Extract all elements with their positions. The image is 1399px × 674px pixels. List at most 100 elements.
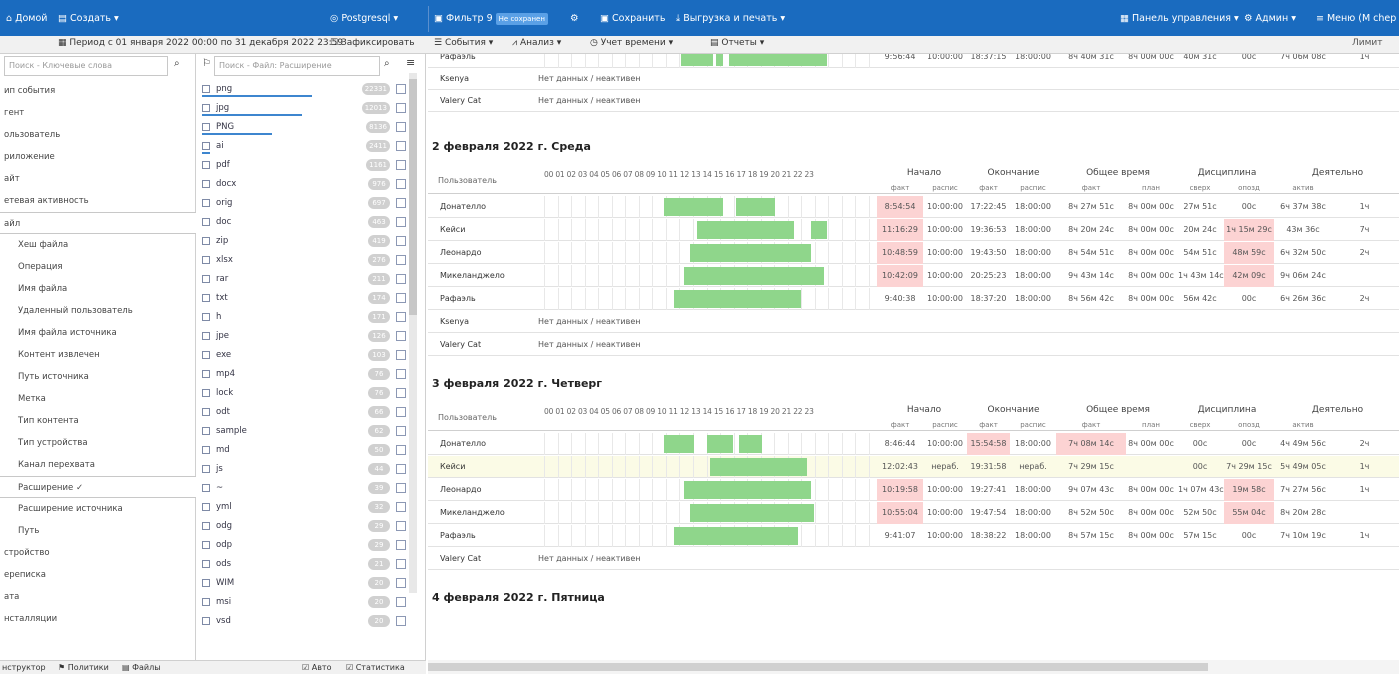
chart-icon[interactable] bbox=[396, 255, 406, 265]
fix-checkbox[interactable]: ☐ Зафиксировать bbox=[330, 38, 415, 48]
user-name[interactable]: Кейси bbox=[440, 462, 465, 471]
user-name[interactable]: Кейси bbox=[440, 225, 465, 234]
search-icon[interactable]: ⌕ bbox=[174, 58, 180, 69]
user-name[interactable]: Леонардо bbox=[440, 485, 481, 494]
chart-icon[interactable] bbox=[396, 274, 406, 284]
category-item[interactable]: нсталляции bbox=[0, 608, 196, 630]
category-item[interactable]: стройство bbox=[0, 542, 196, 564]
category-item[interactable]: Путь bbox=[0, 520, 196, 542]
category-item[interactable]: риложение bbox=[0, 146, 196, 168]
extension-item[interactable]: sample 62 bbox=[200, 423, 408, 439]
checkbox[interactable] bbox=[202, 256, 210, 264]
category-item[interactable]: Контент извлечен bbox=[0, 344, 196, 366]
extension-item[interactable]: xlsx 276 bbox=[200, 252, 408, 268]
checkbox[interactable] bbox=[202, 275, 210, 283]
category-item[interactable]: айл bbox=[0, 212, 196, 234]
extension-item[interactable]: msi 20 bbox=[200, 594, 408, 610]
category-item[interactable]: Метка bbox=[0, 388, 196, 410]
checkbox[interactable] bbox=[202, 408, 210, 416]
user-name[interactable]: Valery Cat bbox=[440, 96, 481, 105]
checkbox[interactable] bbox=[202, 332, 210, 340]
checkbox[interactable] bbox=[202, 465, 210, 473]
user-name[interactable]: Ksenya bbox=[440, 317, 469, 326]
extension-item[interactable]: docx 976 bbox=[200, 176, 408, 192]
chart-icon[interactable] bbox=[396, 84, 406, 94]
chart-icon[interactable] bbox=[396, 369, 406, 379]
checkbox[interactable] bbox=[202, 617, 210, 625]
chart-icon[interactable] bbox=[396, 350, 406, 360]
checkbox[interactable] bbox=[202, 123, 210, 131]
events-menu[interactable]: ☰ События ▾ bbox=[434, 38, 493, 48]
user-name[interactable]: Ksenya bbox=[440, 74, 469, 83]
checkbox[interactable] bbox=[202, 522, 210, 530]
export-button[interactable]: ⤓ Выгрузка и печать ▾ bbox=[676, 4, 785, 33]
category-item[interactable]: ата bbox=[0, 586, 196, 608]
checkbox[interactable] bbox=[202, 180, 210, 188]
category-item[interactable]: Имя файла источника bbox=[0, 322, 196, 344]
extension-item[interactable]: orig 697 bbox=[200, 195, 408, 211]
category-item[interactable]: Удаленный пользователь bbox=[0, 300, 196, 322]
chart-icon[interactable] bbox=[396, 388, 406, 398]
stats-checkbox[interactable]: ☑ Статистика bbox=[346, 663, 405, 672]
extension-item[interactable]: odp 29 bbox=[200, 537, 408, 553]
user-name[interactable]: Valery Cat bbox=[440, 340, 481, 349]
chart-icon[interactable] bbox=[396, 578, 406, 588]
menu-icon[interactable]: ≡ bbox=[406, 56, 415, 69]
category-item[interactable]: ип события bbox=[0, 80, 196, 102]
dashboard-button[interactable]: ▦ Панель управления ▾ bbox=[1120, 4, 1239, 33]
settings-gear-icon[interactable]: ⚙ bbox=[570, 4, 579, 33]
category-item[interactable]: Имя файла bbox=[0, 278, 196, 300]
extension-item[interactable]: ai 2411 bbox=[200, 138, 408, 154]
create-button[interactable]: ▤ Создать ▾ bbox=[58, 4, 119, 33]
extension-item[interactable]: jpe 126 bbox=[200, 328, 408, 344]
category-search-input[interactable]: Поиск - Ключевые слова bbox=[4, 56, 168, 76]
checkbox[interactable] bbox=[202, 389, 210, 397]
chart-icon[interactable] bbox=[396, 502, 406, 512]
user-name[interactable]: Микеланджело bbox=[440, 508, 505, 517]
extension-item[interactable]: rar 211 bbox=[200, 271, 408, 287]
extension-item[interactable]: odg 29 bbox=[200, 518, 408, 534]
chart-icon[interactable] bbox=[396, 141, 406, 151]
checkbox[interactable] bbox=[202, 351, 210, 359]
checkbox[interactable] bbox=[202, 484, 210, 492]
period-selector[interactable]: ▦ Период с 01 января 2022 00:00 по 31 де… bbox=[58, 38, 343, 48]
scrollbar-thumb[interactable] bbox=[428, 663, 1208, 671]
reports-menu[interactable]: ▤ Отчеты ▾ bbox=[710, 38, 764, 48]
extension-search-input[interactable]: Поиск - Файл: Расширение bbox=[214, 56, 380, 76]
chart-icon[interactable] bbox=[396, 179, 406, 189]
checkbox[interactable] bbox=[202, 503, 210, 511]
extension-item[interactable]: ~39 bbox=[200, 480, 408, 496]
menu-button[interactable]: ≡ Меню (M chep bbox=[1316, 4, 1396, 33]
chart-icon[interactable] bbox=[396, 540, 406, 550]
checkbox[interactable] bbox=[202, 294, 210, 302]
category-item[interactable]: айт bbox=[0, 168, 196, 190]
checkbox[interactable] bbox=[202, 313, 210, 321]
user-name[interactable]: Рафаэль bbox=[440, 294, 476, 303]
horizontal-scrollbar[interactable] bbox=[428, 660, 1399, 674]
category-item[interactable]: Хеш файла bbox=[0, 234, 196, 256]
tree-icon[interactable]: ⚐ bbox=[202, 58, 211, 69]
admin-button[interactable]: ⚙ Админ ▾ bbox=[1244, 4, 1296, 33]
category-item[interactable]: Расширение источника bbox=[0, 498, 196, 520]
checkbox[interactable] bbox=[202, 199, 210, 207]
extension-item[interactable]: pdf 1161 bbox=[200, 157, 408, 173]
user-name[interactable]: Леонардо bbox=[440, 248, 481, 257]
extension-item[interactable]: zip 419 bbox=[200, 233, 408, 249]
category-item[interactable]: етевая активность bbox=[0, 190, 196, 212]
chart-icon[interactable] bbox=[396, 521, 406, 531]
category-item[interactable]: ользователь bbox=[0, 124, 196, 146]
checkbox[interactable] bbox=[202, 218, 210, 226]
extension-item[interactable]: doc 463 bbox=[200, 214, 408, 230]
analysis-menu[interactable]: ⩘ Анализ ▾ bbox=[512, 38, 561, 48]
category-item[interactable]: ереписка bbox=[0, 564, 196, 586]
chart-icon[interactable] bbox=[396, 559, 406, 569]
chart-icon[interactable] bbox=[396, 198, 406, 208]
extension-item[interactable]: yml 32 bbox=[200, 499, 408, 515]
extension-item[interactable]: WIM 20 bbox=[200, 575, 408, 591]
checkbox[interactable] bbox=[202, 560, 210, 568]
category-item[interactable]: Путь источника bbox=[0, 366, 196, 388]
extension-item[interactable]: md 50 bbox=[200, 442, 408, 458]
extension-item[interactable]: ods 21 bbox=[200, 556, 408, 572]
chart-icon[interactable] bbox=[396, 597, 406, 607]
chart-icon[interactable] bbox=[396, 407, 406, 417]
